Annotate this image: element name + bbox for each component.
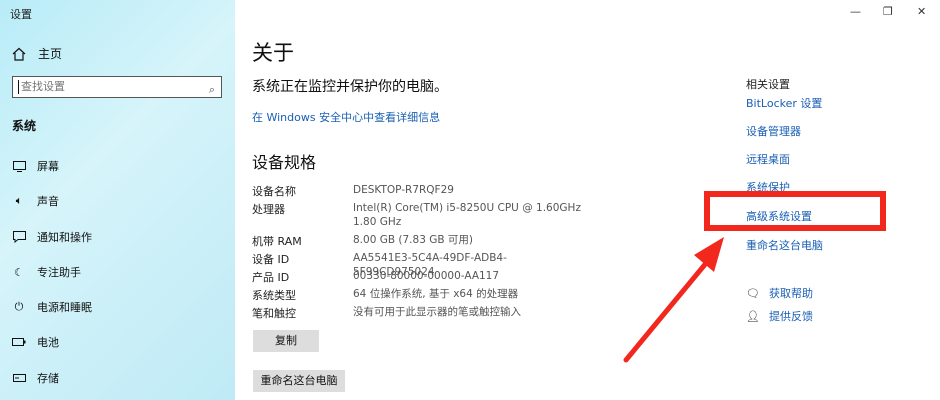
spec-value: 00330-80000-00000-AA117 (353, 270, 500, 282)
storage-icon (12, 371, 26, 385)
sidebar-item-label: 存储 (37, 372, 59, 385)
spec-label: 设备 ID (252, 253, 290, 266)
highlight-box (704, 191, 886, 231)
sidebar-item-label: 电源和睡眠 (37, 301, 92, 314)
speaker-icon: 🔈︎ (15, 194, 23, 207)
search-box[interactable]: ⌕ (12, 76, 222, 98)
power-icon: ⏻ (14, 300, 24, 313)
specs-title: 设备规格 (252, 153, 317, 172)
sidebar-item-notifications[interactable]: 通知和操作 (12, 229, 92, 245)
home-icon (12, 47, 26, 61)
spec-value: 8.00 GB (7.83 GB 可用) (353, 234, 473, 246)
feedback-label: 提供反馈 (769, 310, 813, 323)
battery-icon (12, 335, 26, 349)
spec-label: 系统类型 (252, 289, 296, 302)
page-title: 关于 (252, 41, 294, 65)
sidebar-item-battery[interactable]: 电池 (12, 334, 59, 350)
notification-icon (12, 230, 26, 244)
monitor-icon (12, 159, 26, 173)
help-chat-icon: 🗨︎ (746, 286, 760, 300)
protection-status: 系统正在监控并保护你的电脑。 (252, 79, 448, 95)
spec-value: DESKTOP-R7RQF29 (353, 184, 454, 196)
sidebar-item-display[interactable]: 屏幕 (12, 158, 59, 174)
bitlocker-link[interactable]: BitLocker 设置 (746, 95, 822, 111)
spec-value: Intel(R) Core(TM) i5-8250U CPU @ 1.60GHz… (353, 202, 581, 228)
remote-desktop-link[interactable]: 远程桌面 (746, 151, 790, 167)
spec-value: 64 位操作系统, 基于 x64 的处理器 (353, 288, 519, 300)
sidebar-item-sound[interactable]: 🔈︎ 声音 (12, 193, 59, 209)
get-help-label: 获取帮助 (769, 287, 813, 300)
search-input[interactable] (19, 79, 203, 94)
get-help-link[interactable]: 🗨︎ 获取帮助 (746, 285, 813, 301)
sidebar-item-focus-assist[interactable]: ☾ 专注助手 (12, 264, 81, 280)
sidebar-item-label: 通知和操作 (37, 231, 92, 244)
sidebar-item-label: 屏幕 (37, 160, 59, 173)
device-manager-link[interactable]: 设备管理器 (746, 123, 801, 139)
spec-label: 产品 ID (252, 271, 290, 284)
spec-value: 没有可用于此显示器的笔或触控输入 (353, 306, 521, 318)
sidebar-item-label: 电池 (37, 336, 59, 349)
feedback-link[interactable]: 👤︎ 提供反馈 (746, 308, 813, 324)
rename-pc-button[interactable]: 重命名这台电脑 (253, 370, 345, 392)
sidebar-item-power[interactable]: ⏻ 电源和睡眠 (12, 299, 92, 315)
search-icon[interactable]: ⌕ (209, 80, 215, 100)
security-center-link[interactable]: 在 Windows 安全中心中查看详细信息 (252, 109, 440, 125)
copy-button[interactable]: 复制 (253, 330, 319, 352)
feedback-icon: 👤︎ (746, 309, 760, 323)
rename-pc-link[interactable]: 重命名这台电脑 (746, 237, 823, 253)
spec-label: 处理器 (252, 203, 285, 216)
home-label: 主页 (38, 47, 63, 61)
spec-label: 机带 RAM (252, 235, 302, 248)
related-settings-heading: 相关设置 (746, 78, 790, 91)
moon-icon: ☾ (14, 265, 24, 279)
spec-label: 设备名称 (252, 185, 296, 198)
sidebar-item-label: 专注助手 (37, 266, 81, 279)
sidebar-item-storage[interactable]: 存储 (12, 370, 59, 386)
text-caret (18, 80, 19, 94)
home-nav[interactable]: 主页 (12, 45, 62, 62)
spec-label: 笔和触控 (252, 307, 296, 320)
section-title: 系统 (12, 119, 37, 133)
window-title: 设置 (10, 8, 32, 21)
sidebar-item-label: 声音 (37, 195, 59, 208)
sidebar: 设置 主页 ⌕ 系统 屏幕 🔈︎ 声音 通知和操作 ☾ 专注助手 ⏻ 电源和睡眠… (0, 0, 235, 400)
